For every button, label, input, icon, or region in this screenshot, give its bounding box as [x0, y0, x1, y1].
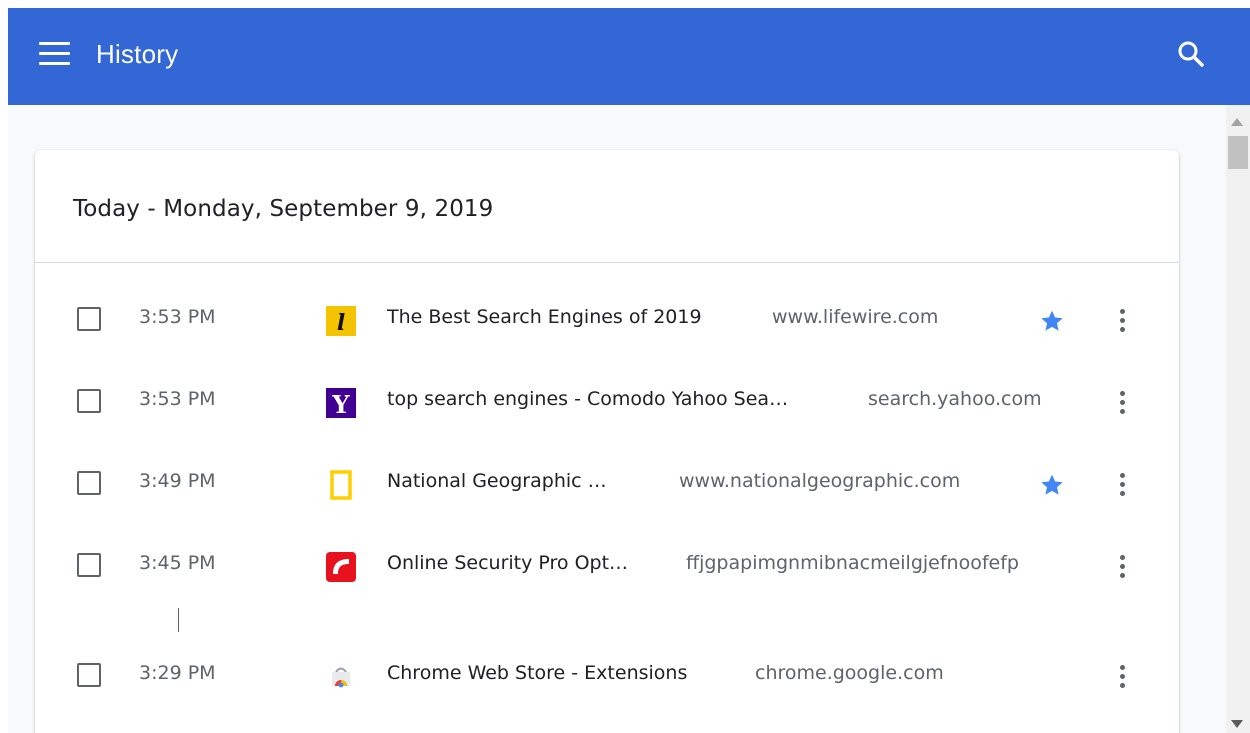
chrome-web-store-icon — [326, 662, 356, 692]
lifewire-icon: l — [326, 306, 356, 336]
yahoo-icon: Y — [326, 388, 356, 419]
history-entry[interactable]: 3:45 PM Online Security Pro Opt… ffjgpap… — [35, 525, 1179, 607]
history-entry[interactable]: 3:49 PM National Geographic … www.nation… — [35, 443, 1179, 525]
more-actions-icon[interactable] — [1111, 661, 1133, 693]
history-card: Today - Monday, September 9, 2019 3:53 P… — [35, 150, 1179, 733]
more-actions-icon[interactable] — [1111, 305, 1133, 337]
bookmark-star-icon[interactable] — [1039, 308, 1065, 334]
entry-time: 3:53 PM — [139, 388, 216, 410]
entry-domain: search.yahoo.com — [868, 388, 1042, 410]
entry-checkbox[interactable] — [77, 553, 101, 577]
entry-checkbox[interactable] — [77, 663, 101, 687]
entry-title-link[interactable]: top search engines - Comodo Yahoo Sea… — [387, 388, 788, 410]
entry-checkbox[interactable] — [77, 389, 101, 413]
svg-text:Y: Y — [331, 390, 350, 418]
natgeo-icon — [326, 470, 356, 500]
entry-time: 3:29 PM — [139, 662, 216, 684]
more-actions-icon[interactable] — [1111, 387, 1133, 419]
divider — [35, 262, 1179, 263]
history-entry[interactable]: 3:53 PM l The Best Search Engines of 201… — [35, 279, 1179, 361]
entry-domain: www.nationalgeographic.com — [679, 470, 961, 492]
date-heading: Today - Monday, September 9, 2019 — [73, 196, 494, 222]
top-toolbar: History — [8, 8, 1250, 105]
entry-time: 3:49 PM — [139, 470, 216, 492]
entry-checkbox[interactable] — [77, 471, 101, 495]
entry-title-link[interactable]: Online Security Pro Opt… — [387, 552, 628, 574]
entry-domain: ffjgpapimgnmibnacmeilgjefnoofefp — [686, 552, 1019, 574]
entry-title-link[interactable]: The Best Search Engines of 2019 — [387, 306, 702, 328]
comodo-security-icon — [326, 552, 356, 582]
entry-domain: chrome.google.com — [755, 662, 944, 684]
more-actions-icon[interactable] — [1111, 551, 1133, 583]
scrollbar[interactable] — [1226, 105, 1250, 733]
history-window: History Today - Monday, September 9, 201… — [8, 8, 1250, 733]
bookmark-star-icon[interactable] — [1039, 472, 1065, 498]
entry-time: 3:45 PM — [139, 552, 216, 574]
history-entry[interactable]: 3:29 PM Chrome Web Store - Extensions ch… — [35, 635, 1179, 717]
entry-time: 3:53 PM — [139, 306, 216, 328]
time-gap-divider — [178, 608, 179, 632]
page-title: History — [96, 39, 179, 69]
entry-title-link[interactable]: National Geographic … — [387, 470, 607, 492]
scroll-up-arrow-icon[interactable] — [1231, 118, 1243, 126]
more-actions-icon[interactable] — [1111, 469, 1133, 501]
entry-domain: www.lifewire.com — [772, 306, 939, 328]
entry-title-link[interactable]: Chrome Web Store - Extensions — [387, 662, 687, 684]
entry-checkbox[interactable] — [77, 307, 101, 331]
search-icon[interactable] — [1173, 36, 1209, 72]
menu-icon[interactable] — [30, 36, 70, 72]
scroll-down-arrow-icon[interactable] — [1231, 720, 1243, 728]
scrollbar-thumb[interactable] — [1228, 136, 1248, 169]
svg-text:l: l — [337, 310, 345, 336]
history-entry[interactable]: 3:53 PM Y top search engines - Comodo Ya… — [35, 361, 1179, 443]
